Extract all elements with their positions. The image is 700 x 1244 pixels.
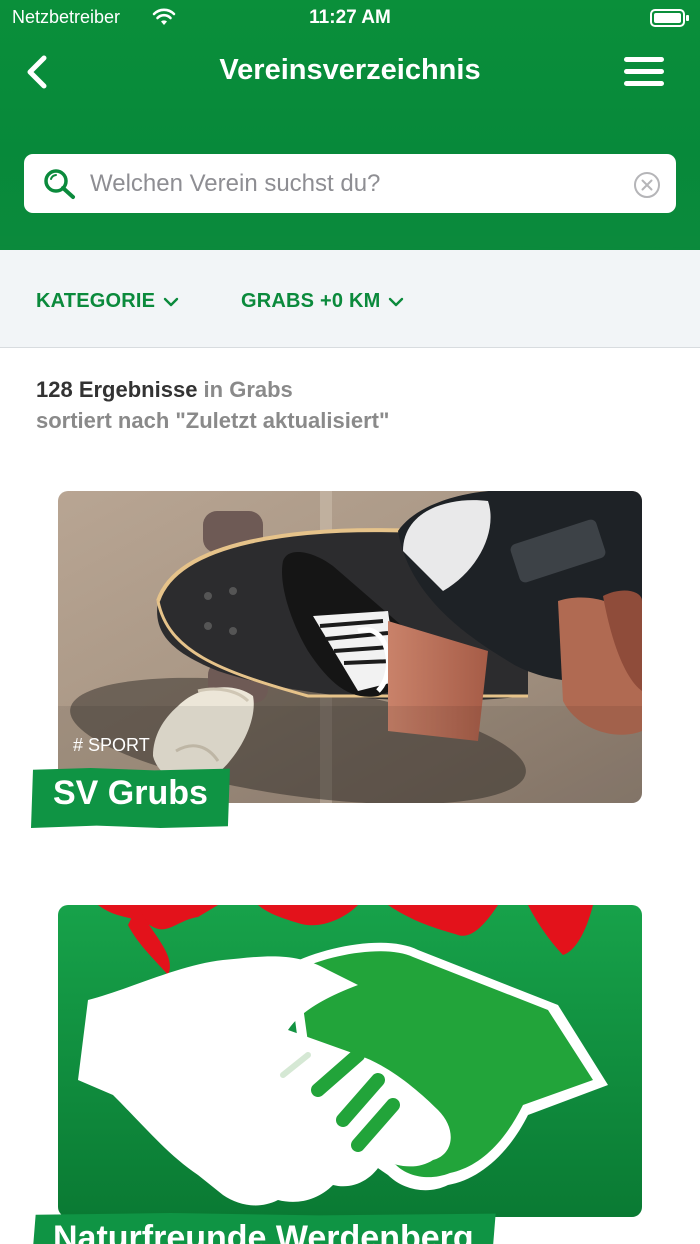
navigation-bar: Vereinsverzeichnis (0, 44, 700, 100)
club-name-2[interactable]: Naturfreunde Werdenberg (31, 1213, 496, 1244)
filter-bar: KATEGORIE GRABS +0 KM (0, 250, 700, 348)
clear-search-button[interactable] (632, 170, 662, 200)
chevron-down-icon (389, 297, 404, 306)
category-filter-label: KATEGORIE (36, 290, 156, 312)
category-filter-button[interactable]: KATEGORIE (36, 290, 179, 313)
location-filter-button[interactable]: GRABS +0 KM (241, 290, 404, 313)
results-sort: sortiert nach "Zuletzt aktualisiert" (36, 408, 390, 433)
search-bar (24, 154, 676, 213)
location-filter-label: GRABS +0 KM (241, 290, 381, 312)
results-summary: 128 Ergebnisse in Grabs sortiert nach "Z… (36, 374, 389, 436)
status-bar: Netzbetreiber 11:27 AM (0, 0, 700, 36)
clear-icon (634, 172, 660, 198)
search-icon (44, 169, 75, 199)
hamburger-menu-icon (624, 57, 664, 86)
club-name-1[interactable]: SV Grubs (31, 768, 230, 828)
menu-button[interactable] (618, 52, 670, 92)
chevron-down-icon (164, 297, 179, 306)
results-count: 128 Ergebnisse (36, 377, 198, 402)
handshake-graphic (58, 905, 642, 1217)
back-button[interactable] (22, 52, 56, 92)
results-location: in Grabs (197, 377, 293, 402)
skateboard-photo (58, 491, 642, 803)
results-count-line: 128 Ergebnisse in Grabs (36, 374, 389, 405)
club-card-image[interactable] (58, 905, 642, 1217)
battery-icon (650, 9, 689, 27)
status-time: 11:27 AM (309, 7, 391, 28)
club-tag: # SPORT (73, 735, 150, 755)
page-title: Vereinsverzeichnis (219, 54, 481, 86)
search-input[interactable] (90, 162, 620, 206)
club-card-image[interactable] (58, 491, 642, 803)
chevron-left-icon (27, 55, 47, 89)
